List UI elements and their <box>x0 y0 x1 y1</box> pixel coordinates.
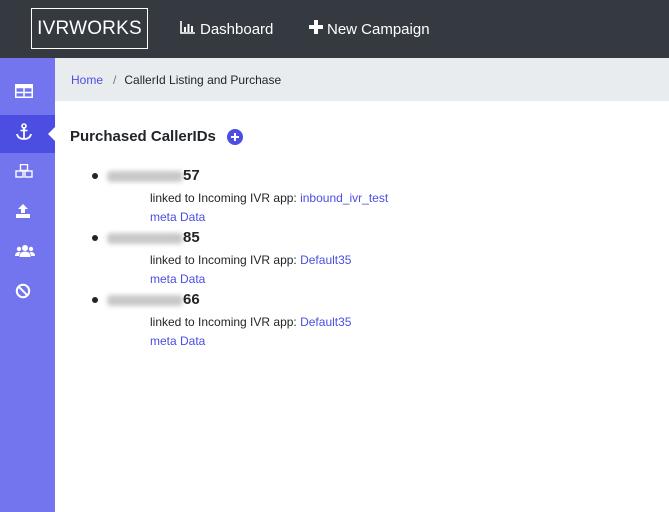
nav-dashboard-label: Dashboard <box>200 20 274 38</box>
bar-chart-icon <box>180 20 200 38</box>
meta-data-link[interactable]: meta Data <box>150 334 205 348</box>
sidebar-item-blocked[interactable] <box>0 274 55 312</box>
linked-app-link[interactable]: inbound_ivr_test <box>300 191 388 205</box>
breadcrumb-separator: / <box>113 72 117 87</box>
linked-app-link[interactable]: Default35 <box>300 315 351 329</box>
sidebar-item-table[interactable] <box>0 74 55 112</box>
users-icon <box>15 244 35 263</box>
breadcrumb-home-link[interactable]: Home <box>71 73 103 87</box>
plus-icon <box>309 20 327 38</box>
linked-app-link[interactable]: Default35 <box>300 253 351 267</box>
top-navbar: IVRWORKS Dashboard New Campaign <box>0 0 669 58</box>
add-callerid-button[interactable] <box>227 129 243 145</box>
redacted-number <box>107 171 183 182</box>
linked-app-label: linked to Incoming IVR app: <box>150 191 297 205</box>
meta-data-link[interactable]: meta Data <box>150 210 205 224</box>
list-item: 57 linked to Incoming IVR app: inbound_i… <box>92 167 492 227</box>
meta-data-link[interactable]: meta Data <box>150 272 205 286</box>
list-item: 85 linked to Incoming IVR app: Default35… <box>92 229 492 289</box>
bullet-icon <box>92 235 98 241</box>
brand-logo[interactable]: IVRWORKS <box>31 8 148 49</box>
breadcrumb: Home / CallerId Listing and Purchase <box>55 58 669 101</box>
nav-new-campaign-link[interactable]: New Campaign <box>309 0 430 58</box>
sidebar <box>0 58 55 512</box>
breadcrumb-current: CallerId Listing and Purchase <box>124 72 282 87</box>
linked-app-label: linked to Incoming IVR app: <box>150 315 297 329</box>
table-icon <box>15 83 33 103</box>
cubes-icon <box>15 163 33 183</box>
callerid-number: 85 <box>183 229 200 246</box>
anchor-icon <box>15 122 33 146</box>
callerid-number: 57 <box>183 167 200 184</box>
sidebar-item-callerids[interactable] <box>0 115 55 153</box>
list-item: 66 linked to Incoming IVR app: Default35… <box>92 291 492 351</box>
linked-app-label: linked to Incoming IVR app: <box>150 253 297 267</box>
nav-dashboard-link[interactable]: Dashboard <box>180 0 273 58</box>
bullet-icon <box>92 173 98 179</box>
upload-icon <box>15 203 31 224</box>
callerid-number: 66 <box>183 291 200 308</box>
page-title: Purchased CallerIDs <box>70 128 216 145</box>
sidebar-item-users[interactable] <box>0 234 55 272</box>
bullet-icon <box>92 297 98 303</box>
ban-icon <box>15 283 31 304</box>
sidebar-item-upload[interactable] <box>0 194 55 232</box>
redacted-number <box>107 295 183 306</box>
sidebar-item-cubes[interactable] <box>0 154 55 192</box>
nav-new-campaign-label: New Campaign <box>327 20 430 38</box>
redacted-number <box>107 233 183 244</box>
